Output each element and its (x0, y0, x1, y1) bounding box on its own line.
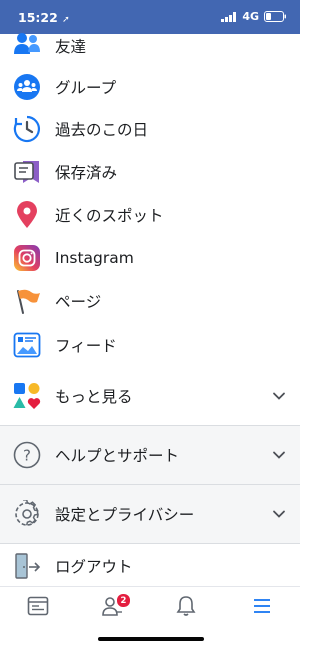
svg-text:?: ? (23, 446, 31, 464)
menu-item-label: フィード (55, 336, 117, 355)
menu-item-label: 保存済み (55, 163, 118, 182)
menu-item-feeds[interactable]: フィード (0, 323, 300, 366)
menu-item-label: 近くのスポット (55, 206, 164, 225)
section-settings-privacy[interactable]: 設定とプライバシー (0, 484, 300, 543)
section-label: 設定とプライバシー (55, 505, 195, 524)
friends-icon (13, 32, 41, 60)
home-indicator (98, 637, 204, 641)
signal-icon (221, 11, 237, 22)
section-label: ヘルプとサポート (55, 446, 180, 465)
news-feed-tab-icon[interactable] (27, 595, 49, 617)
menu-item-pages[interactable]: ページ (0, 279, 300, 322)
chevron-down-icon (273, 510, 285, 518)
logout-row[interactable]: ログアウト (0, 543, 300, 586)
menu-item-friends[interactable]: 友達 (0, 24, 300, 67)
saved-icon (13, 158, 41, 186)
menu-item-label: もっと見る (55, 388, 133, 406)
shapes-icon (13, 382, 41, 410)
battery-icon (264, 11, 286, 22)
feeds-icon (13, 331, 41, 359)
section-row: 設定とプライバシー (0, 492, 300, 535)
help-question-icon: ? (13, 441, 41, 469)
section-row: ? ヘルプとサポート (0, 433, 300, 476)
settings-gear-icon (13, 499, 41, 528)
menu-item-nearby-places[interactable]: 近くのスポット (0, 193, 300, 236)
logout-label: ログアウト (55, 557, 133, 576)
logout-item: ログアウト (0, 544, 300, 587)
status-time: 15:22 ➚ (18, 10, 70, 25)
menu-item-label: ページ (55, 292, 102, 311)
menu-item-label: グループ (55, 78, 117, 97)
notifications-tab-icon[interactable] (175, 595, 197, 617)
menu-item-saved[interactable]: 保存済み (0, 150, 300, 193)
menu-item-groups[interactable]: グループ (0, 65, 300, 108)
time-text: 15:22 (18, 10, 58, 25)
nearby-places-icon (13, 200, 41, 229)
pages-flag-icon (13, 287, 41, 315)
chevron-down-icon (273, 392, 285, 400)
chevron-down-icon (273, 451, 285, 459)
menu-item-see-more[interactable]: もっと見る (0, 374, 300, 418)
memories-icon (13, 115, 41, 143)
status-indicators: 4G (221, 10, 286, 23)
network-type: 4G (242, 10, 259, 23)
menu-item-instagram[interactable]: Instagram (0, 236, 300, 279)
menu-item-label: 友達 (55, 37, 87, 56)
menu-item-memories[interactable]: 過去のこの日 (0, 107, 300, 150)
menu-tab-icon[interactable] (251, 595, 273, 617)
groups-icon (13, 73, 41, 101)
menu-item-label: 過去のこの日 (55, 120, 149, 139)
section-help-support[interactable]: ? ヘルプとサポート (0, 425, 300, 484)
menu-item-label: Instagram (55, 248, 134, 267)
instagram-icon (13, 244, 41, 272)
friend-requests-badge: 2 (116, 593, 131, 608)
logout-door-icon (13, 552, 41, 580)
